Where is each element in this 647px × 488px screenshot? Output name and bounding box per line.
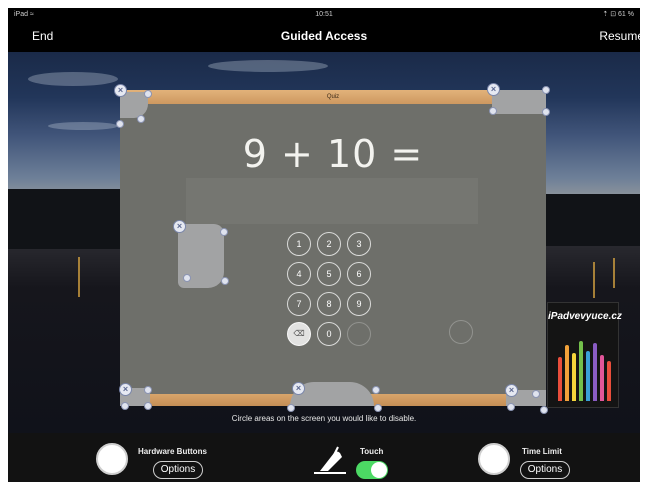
- resume-button[interactable]: Resume: [599, 29, 640, 43]
- time-limit-options-button[interactable]: Options: [520, 461, 570, 479]
- hint-text: Circle areas on the screen you would lik…: [231, 414, 417, 423]
- close-region-icon[interactable]: ×: [505, 384, 518, 397]
- key-2[interactable]: 2: [317, 232, 341, 256]
- key-5[interactable]: 5: [317, 262, 341, 286]
- light-reflection: [613, 258, 615, 288]
- toggle-knob: [371, 462, 387, 478]
- equation-text: 9 + 10 =: [242, 132, 424, 176]
- delete-key-icon[interactable]: ⌫: [287, 322, 311, 346]
- region-handle[interactable]: [116, 120, 124, 128]
- time-limit-circle[interactable]: [478, 443, 510, 475]
- close-region-icon[interactable]: ×: [292, 382, 305, 395]
- logo-hand: [558, 357, 562, 401]
- logo-hand: [600, 355, 604, 401]
- key-7[interactable]: 7: [287, 292, 311, 316]
- cloud: [208, 60, 328, 72]
- region-handle[interactable]: [372, 386, 380, 394]
- quiz-app-window: Quiz 9 + 10 = 1 2 3 4 5 6 7 8 9 ⌫ 0: [120, 90, 546, 406]
- region-handle[interactable]: [121, 402, 129, 410]
- key-4[interactable]: 4: [287, 262, 311, 286]
- cloud: [48, 122, 118, 130]
- logo-text: iPadvevyuce.cz: [548, 311, 622, 322]
- clock: 10:51: [315, 11, 333, 18]
- logo-hand: [607, 361, 611, 401]
- touch-label: Touch: [360, 447, 384, 456]
- region-handle[interactable]: [220, 228, 228, 236]
- ipad-screen: iPad ≈ 10:51 ⇡ ⊡ 61 % End Guided Access …: [8, 8, 640, 482]
- region-handle[interactable]: [287, 404, 295, 412]
- logo-hand: [565, 345, 569, 401]
- close-region-icon[interactable]: ×: [119, 383, 132, 396]
- answer-field[interactable]: [186, 178, 478, 224]
- submit-key[interactable]: [449, 320, 473, 344]
- key-1[interactable]: 1: [287, 232, 311, 256]
- ipadvevyuce-logo: iPadvevyuce.cz: [547, 302, 622, 408]
- region-handle[interactable]: [507, 403, 515, 411]
- region-handle[interactable]: [144, 386, 152, 394]
- region-handle[interactable]: [542, 108, 550, 116]
- key-0[interactable]: 0: [317, 322, 341, 346]
- region-handle[interactable]: [542, 86, 550, 94]
- region-handle[interactable]: [532, 390, 540, 398]
- hardware-buttons-circle[interactable]: [96, 443, 128, 475]
- status-bar: iPad ≈ 10:51 ⇡ ⊡ 61 %: [8, 8, 640, 22]
- quiz-title-bar: Quiz: [120, 90, 546, 104]
- guided-access-nav: End Guided Access Resume: [8, 22, 640, 52]
- key-9[interactable]: 9: [347, 292, 371, 316]
- disabled-region[interactable]: [492, 90, 546, 114]
- riverbank-right: [544, 194, 640, 246]
- key-3[interactable]: 3: [347, 232, 371, 256]
- logo-hand: [586, 351, 590, 401]
- background-photo: Quiz 9 + 10 = 1 2 3 4 5 6 7 8 9 ⌫ 0 × × …: [8, 52, 640, 433]
- hardware-buttons-label: Hardware Buttons: [138, 447, 207, 456]
- logo-hand: [579, 341, 583, 401]
- hardware-options-button[interactable]: Options: [153, 461, 203, 479]
- cloud: [28, 72, 118, 86]
- close-region-icon[interactable]: ×: [173, 220, 186, 233]
- region-handle[interactable]: [489, 107, 497, 115]
- light-reflection: [78, 257, 80, 297]
- region-handle[interactable]: [144, 402, 152, 410]
- close-region-icon[interactable]: ×: [114, 84, 127, 97]
- region-handle[interactable]: [144, 90, 152, 98]
- guided-access-options-bar: Hardware Buttons Options Touch Time Limi…: [8, 433, 640, 482]
- empty-key: [347, 322, 371, 346]
- hand-touch-icon: [314, 446, 346, 474]
- key-8[interactable]: 8: [317, 292, 341, 316]
- touch-toggle[interactable]: [356, 461, 388, 479]
- riverbank-left: [8, 189, 128, 249]
- close-region-icon[interactable]: ×: [487, 83, 500, 96]
- region-handle[interactable]: [374, 404, 382, 412]
- page-title: Guided Access: [280, 29, 368, 43]
- battery-status: ⇡ ⊡ 61 %: [602, 11, 634, 18]
- logo-hand: [593, 343, 597, 401]
- light-reflection: [593, 262, 595, 298]
- logo-hand: [572, 353, 576, 401]
- region-handle[interactable]: [221, 277, 229, 285]
- time-limit-label: Time Limit: [522, 447, 562, 456]
- key-6[interactable]: 6: [347, 262, 371, 286]
- region-handle[interactable]: [137, 115, 145, 123]
- region-handle[interactable]: [183, 274, 191, 282]
